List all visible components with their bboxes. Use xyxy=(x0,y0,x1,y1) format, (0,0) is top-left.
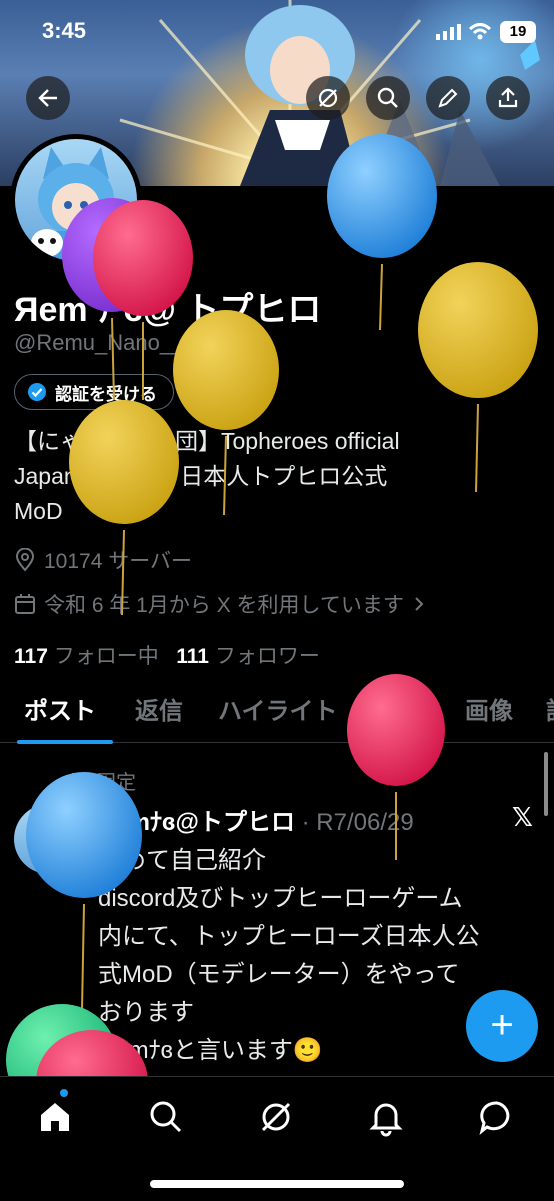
post-line: 内にて、トップヒーローズ日本人公 xyxy=(98,923,480,950)
tab-videos[interactable]: 動画 xyxy=(381,686,429,738)
tab-replies[interactable]: 返信 xyxy=(135,686,183,738)
post-header: Яemﾅɞ@トプヒロ · R7/06/29 xyxy=(98,802,414,837)
grok-button[interactable] xyxy=(306,76,350,120)
pin-icon xyxy=(70,772,82,790)
status-time: 3:45 xyxy=(42,18,87,43)
active-tab-indicator xyxy=(17,740,113,744)
post-date[interactable]: · R7/06/29 xyxy=(302,809,414,836)
search-button[interactable] xyxy=(366,76,410,120)
joined-text: 令和 6 年 1月から X を利用しています xyxy=(44,594,404,617)
pencil-icon xyxy=(438,88,458,108)
search-icon xyxy=(377,87,398,108)
battery-indicator: 19 xyxy=(500,21,536,43)
tab-highlights[interactable]: ハイライト xyxy=(218,686,338,738)
bio-line: 【にゃぱんきし団】Topheroes official xyxy=(14,428,400,454)
x-logo-icon: 𝕏 xyxy=(512,802,533,832)
profile-joined[interactable]: 令和 6 年 1月から X を利用しています xyxy=(14,589,426,619)
home-icon[interactable] xyxy=(35,1097,75,1137)
following-count: 117 xyxy=(14,645,48,668)
followers-link[interactable]: 111 フォロワー xyxy=(176,645,320,668)
home-notification-dot xyxy=(60,1089,68,1097)
grok-icon[interactable] xyxy=(256,1097,296,1137)
followers-label: フォロワー xyxy=(214,645,320,668)
avatar-image xyxy=(31,147,117,261)
tab-media[interactable]: 画像 xyxy=(465,686,513,738)
share-button[interactable] xyxy=(486,76,530,120)
share-icon xyxy=(498,87,518,108)
home-indicator[interactable] xyxy=(150,1180,404,1188)
bio-line: MoD xyxy=(14,498,63,524)
post-author-name[interactable]: Яemﾅɞ@トプヒロ xyxy=(98,809,295,836)
post-line: discord及びトップヒーローゲーム xyxy=(98,885,463,912)
post-author-avatar[interactable] xyxy=(14,804,84,874)
verified-badge-icon xyxy=(28,383,46,401)
status-bar: 3:45 19 xyxy=(0,0,554,64)
post-line: 式MoD（モデレーター）をやって xyxy=(98,961,460,988)
follow-stats: 117 フォロー中 111 フォロワー xyxy=(14,640,320,670)
profile-display-name: Яem ﾅ ɞ@ トプヒロ xyxy=(14,291,322,329)
compose-post-button[interactable]: + xyxy=(466,990,538,1062)
chevron-right-icon xyxy=(415,597,424,611)
calendar-icon xyxy=(15,594,35,614)
tab-articles[interactable]: 記 xyxy=(546,686,554,738)
bell-icon[interactable] xyxy=(366,1097,406,1137)
chat-icon[interactable] xyxy=(477,1097,517,1137)
pinned-indicator: 固定 xyxy=(66,766,136,795)
get-verified-label: 認証を受ける xyxy=(55,384,157,404)
pinned-label: 固定 xyxy=(96,772,136,794)
following-label: フォロー中 xyxy=(53,645,159,668)
tab-posts[interactable]: ポスト xyxy=(24,686,96,738)
profile-avatar[interactable] xyxy=(10,134,142,266)
profile-bio: 【にゃぱんきし団】Topheroes official Japanese MOD… xyxy=(14,424,494,529)
profile-tabs: ポスト 返信 ハイライト 動画 画像 記 xyxy=(0,686,554,743)
edit-button[interactable] xyxy=(426,76,470,120)
profile-location: 10174 サーバー xyxy=(14,545,192,575)
followers-count: 111 xyxy=(176,645,209,668)
location-text: 10174 サーバー xyxy=(44,550,193,573)
post-line: 改めて自己紹介 xyxy=(98,847,266,874)
signal-icon xyxy=(436,24,461,40)
location-pin-icon xyxy=(15,548,35,572)
get-verified-button[interactable]: 認証を受ける xyxy=(14,374,174,410)
back-button[interactable] xyxy=(26,76,70,120)
search-icon[interactable] xyxy=(146,1097,186,1137)
following-link[interactable]: 117 フォロー中 xyxy=(14,645,159,668)
profile-handle: @Remu_Nano__ xyxy=(14,330,185,355)
wifi-icon xyxy=(468,23,492,40)
arrow-left-icon xyxy=(38,89,57,107)
bio-line: Japanese MOD 日本人トプヒロ公式 xyxy=(14,463,388,489)
grok-icon xyxy=(318,88,338,108)
